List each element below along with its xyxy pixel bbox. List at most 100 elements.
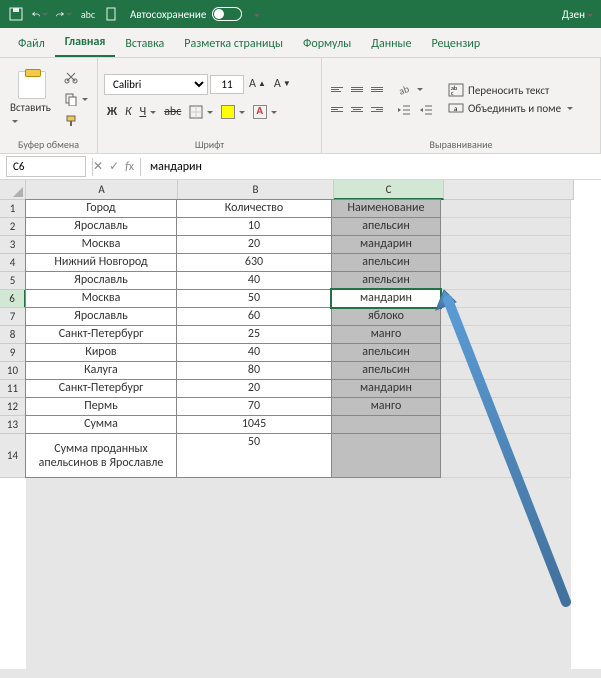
align-left-icon[interactable]	[328, 100, 346, 118]
cell[interactable]: яблоко	[331, 307, 441, 326]
cell[interactable]: Санкт-Петербург	[25, 379, 177, 398]
cell[interactable]: 20	[176, 379, 332, 398]
cell[interactable]: 630	[176, 253, 332, 272]
font-size-input[interactable]	[210, 75, 244, 94]
decrease-font-icon[interactable]: A▼	[271, 75, 294, 93]
cell[interactable]: Нижний Новгород	[25, 253, 177, 272]
merge-cells-button[interactable]: aОбъединить и поме	[448, 101, 573, 115]
cell[interactable]: Город	[25, 199, 177, 218]
cell[interactable]: 70	[176, 397, 332, 416]
cell[interactable]: 50	[176, 433, 332, 478]
align-right-icon[interactable]	[368, 100, 386, 118]
align-bottom-icon[interactable]	[368, 80, 386, 98]
align-top-icon[interactable]	[328, 80, 346, 98]
cell[interactable]: мандарин	[331, 235, 441, 254]
cell[interactable]: 40	[176, 343, 332, 362]
format-painter-icon[interactable]	[61, 112, 91, 130]
name-box[interactable]	[6, 156, 86, 177]
cell[interactable]	[441, 326, 571, 344]
save-icon[interactable]	[8, 6, 24, 22]
cell[interactable]: Киров	[25, 343, 177, 362]
redo-icon[interactable]	[56, 6, 72, 22]
cell[interactable]: 50	[176, 289, 332, 308]
tab-data[interactable]: Данные	[361, 31, 421, 57]
row-header[interactable]: 6	[0, 290, 26, 308]
tab-review[interactable]: Рецензир	[422, 31, 491, 57]
touch-icon[interactable]	[104, 6, 120, 22]
cell[interactable]	[441, 200, 571, 218]
qat-dropdown-icon[interactable]	[252, 8, 260, 21]
borders-icon[interactable]	[186, 103, 216, 121]
row-header[interactable]: 9	[0, 344, 26, 362]
row-header[interactable]: 11	[0, 380, 26, 398]
cancel-icon[interactable]: ✕	[93, 159, 103, 174]
cell[interactable]: Ярославль	[25, 271, 177, 290]
cell[interactable]: 1045	[176, 415, 332, 434]
cell[interactable]: Количество	[176, 199, 332, 218]
row-header[interactable]: 13	[0, 416, 26, 434]
enter-icon[interactable]: ✓	[109, 159, 119, 174]
col-header-c[interactable]: C	[334, 180, 444, 200]
row-header[interactable]: 12	[0, 398, 26, 416]
cell[interactable]: Сумма	[25, 415, 177, 434]
cell[interactable]: апельсин	[331, 253, 441, 272]
cells-area[interactable]: Город Количество Наименование Ярославль1…	[26, 200, 571, 678]
orientation-icon[interactable]: ab	[394, 80, 436, 98]
decrease-indent-icon[interactable]	[394, 102, 414, 118]
fx-icon[interactable]: fx	[125, 160, 134, 174]
cell[interactable]	[441, 236, 571, 254]
underline-button[interactable]: Ч	[137, 103, 160, 121]
copy-icon[interactable]	[61, 90, 91, 108]
toggle-off-icon[interactable]	[212, 7, 242, 21]
row-header[interactable]: 4	[0, 254, 26, 272]
cell[interactable]	[441, 398, 571, 416]
tab-home[interactable]: Главная	[55, 29, 116, 57]
cell[interactable]	[441, 434, 571, 478]
cell[interactable]	[441, 416, 571, 434]
cell[interactable]: Москва	[25, 289, 177, 308]
bold-button[interactable]: Ж	[104, 103, 120, 121]
row-header[interactable]: 3	[0, 236, 26, 254]
tab-formulas[interactable]: Формулы	[293, 31, 361, 57]
cell[interactable]: 40	[176, 271, 332, 290]
spellcheck-icon[interactable]: abc	[80, 6, 96, 22]
cell[interactable]: 10	[176, 217, 332, 236]
align-center-icon[interactable]	[348, 100, 366, 118]
cell[interactable]: Сумма проданных апельсинов в Ярославле	[25, 433, 177, 478]
tab-layout[interactable]: Разметка страницы	[174, 31, 293, 57]
strikethrough-button[interactable]: abc	[161, 103, 184, 121]
cell[interactable]: Москва	[25, 235, 177, 254]
cell[interactable]: апельсин	[331, 361, 441, 380]
cell[interactable]	[441, 218, 571, 236]
cell[interactable]: Санкт-Петербург	[25, 325, 177, 344]
cell[interactable]	[331, 433, 441, 478]
cell[interactable]	[441, 290, 571, 308]
cell[interactable]	[441, 380, 571, 398]
cell[interactable]	[441, 308, 571, 326]
cell-active[interactable]: мандарин	[331, 289, 441, 308]
tab-file[interactable]: Файл	[8, 31, 55, 57]
cell[interactable]	[441, 272, 571, 290]
increase-indent-icon[interactable]	[416, 102, 436, 118]
cell[interactable]: Калуга	[25, 361, 177, 380]
paste-button[interactable]: Вставить	[6, 69, 57, 129]
cell[interactable]: Пермь	[25, 397, 177, 416]
increase-font-icon[interactable]: A▲	[246, 75, 269, 93]
wrap-text-button[interactable]: abcПереносить текст	[448, 83, 573, 97]
cell[interactable]: 20	[176, 235, 332, 254]
col-header-d[interactable]	[444, 180, 574, 200]
cell[interactable]: манго	[331, 397, 441, 416]
cut-icon[interactable]	[61, 68, 91, 86]
cell[interactable]: апельсин	[331, 217, 441, 236]
formula-input[interactable]	[147, 157, 601, 177]
cell[interactable]	[441, 344, 571, 362]
fill-color-icon[interactable]	[218, 103, 248, 121]
cell[interactable]	[331, 415, 441, 434]
cell[interactable]: мандарин	[331, 379, 441, 398]
font-name-select[interactable]: Calibri	[104, 74, 208, 95]
row-header[interactable]: 8	[0, 326, 26, 344]
font-color-icon[interactable]	[250, 103, 280, 121]
row-header[interactable]: 10	[0, 362, 26, 380]
col-header-a[interactable]: A	[26, 180, 178, 200]
cell[interactable]: Ярославль	[25, 217, 177, 236]
